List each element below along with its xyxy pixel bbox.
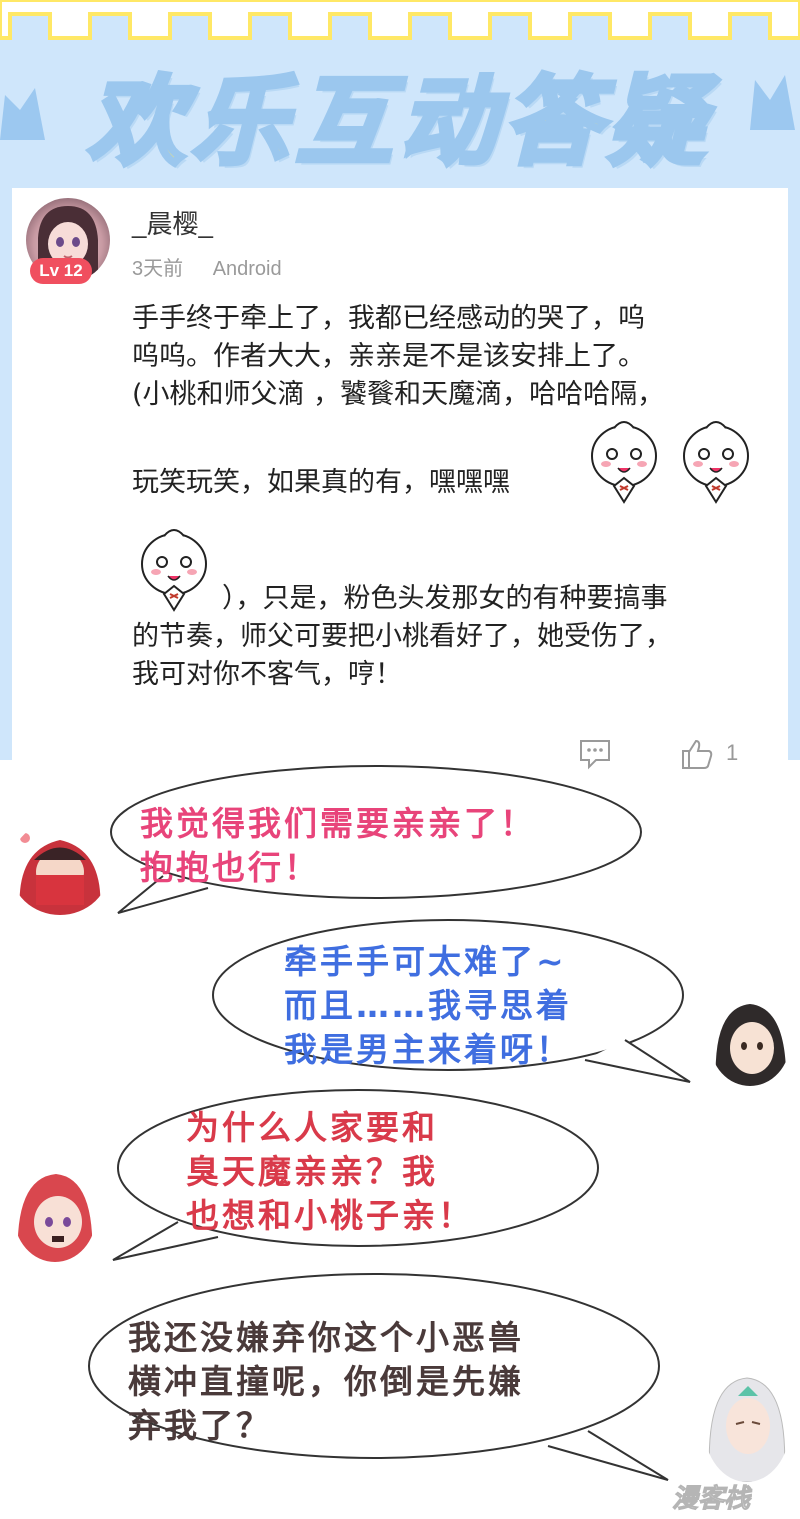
dialog-line: 抱抱也行！ (140, 848, 320, 887)
level-badge: Lv 12 (30, 258, 92, 284)
dialog-text-1: 我觉得我们需要亲亲了！ 抱抱也行！ (140, 802, 536, 890)
dialog-line: 横冲直撞呢，你倒是先嫌 (128, 1362, 524, 1401)
dialog-line: 而且……我寻思着 (284, 986, 572, 1025)
like-count: 1 (726, 740, 739, 765)
like-icon[interactable] (680, 738, 714, 770)
character-dark-hair-boy-icon (715, 1004, 787, 1086)
dialog-line: 为什么人家要和 (186, 1108, 438, 1147)
character-veiled-girl-icon (19, 833, 101, 915)
castle-border (0, 0, 800, 40)
comment-line: 的节奏，师父可要把小桃看好了，她受伤了， (132, 621, 672, 652)
dialog-line: 也想和小桃子亲！ (186, 1196, 474, 1235)
dialog-line: 我还没嫌弃你这个小恶兽 (128, 1318, 524, 1357)
comment-line: ），只是，粉色头发那女的有种要搞事 (222, 583, 668, 614)
left-border (0, 190, 12, 760)
comment-line: 我可对你不客气，哼！ (132, 659, 402, 690)
dialog-line: 臭天魔亲亲？我 (186, 1152, 438, 1191)
right-border (788, 190, 800, 760)
character-red-hair-girl-icon (17, 1174, 93, 1262)
dialog-line: 弃我了？ (128, 1406, 272, 1445)
smug-bun-emoji-icon (591, 421, 657, 504)
username[interactable]: _晨樱_ (132, 204, 213, 241)
banner-title: 欢乐互动答疑 (86, 64, 712, 181)
comment-platform: Android (212, 258, 282, 280)
comment-time: 3天前 (132, 258, 184, 280)
dialog-line: 我觉得我们需要亲亲了！ (140, 804, 536, 843)
smug-bun-emoji-icon (141, 529, 207, 612)
comment-meta: 3天前 Android (132, 252, 306, 281)
comment-line: 呜呜。作者大大，亲亲是不是该安排上了。 (132, 341, 645, 372)
dialog-line: 我是男主来着呀！ (284, 1030, 572, 1069)
dialog-text-3: 为什么人家要和 臭天魔亲亲？我 也想和小桃子亲！ (186, 1106, 474, 1238)
character-white-hair-man-icon (708, 1377, 786, 1482)
smug-bun-emoji-icon (683, 421, 749, 504)
dialog-text-2: 牵手手可太难了~ 而且……我寻思着 我是男主来着呀！ (284, 940, 572, 1072)
dialog-line: 牵手手可太难了~ (284, 942, 567, 981)
comment-line: 玩笑玩笑，如果真的有，嘿嘿嘿 (132, 467, 510, 498)
comment-line: (小桃和师父滴 ，饕餮和天魔滴，哈哈哈隔， (132, 379, 665, 410)
watermark-logo: 漫客栈 (671, 1484, 751, 1515)
comment-card: Lv 12 _晨樱_ 3天前 Android 手手终于牵上了，我都已经感动的哭了… (12, 188, 788, 773)
dialog-text-4: 我还没嫌弃你这个小恶兽 横冲直撞呢，你倒是先嫌 弃我了？ (128, 1316, 524, 1448)
comment-line: 手手终于牵上了，我都已经感动的哭了，呜 (132, 303, 645, 334)
